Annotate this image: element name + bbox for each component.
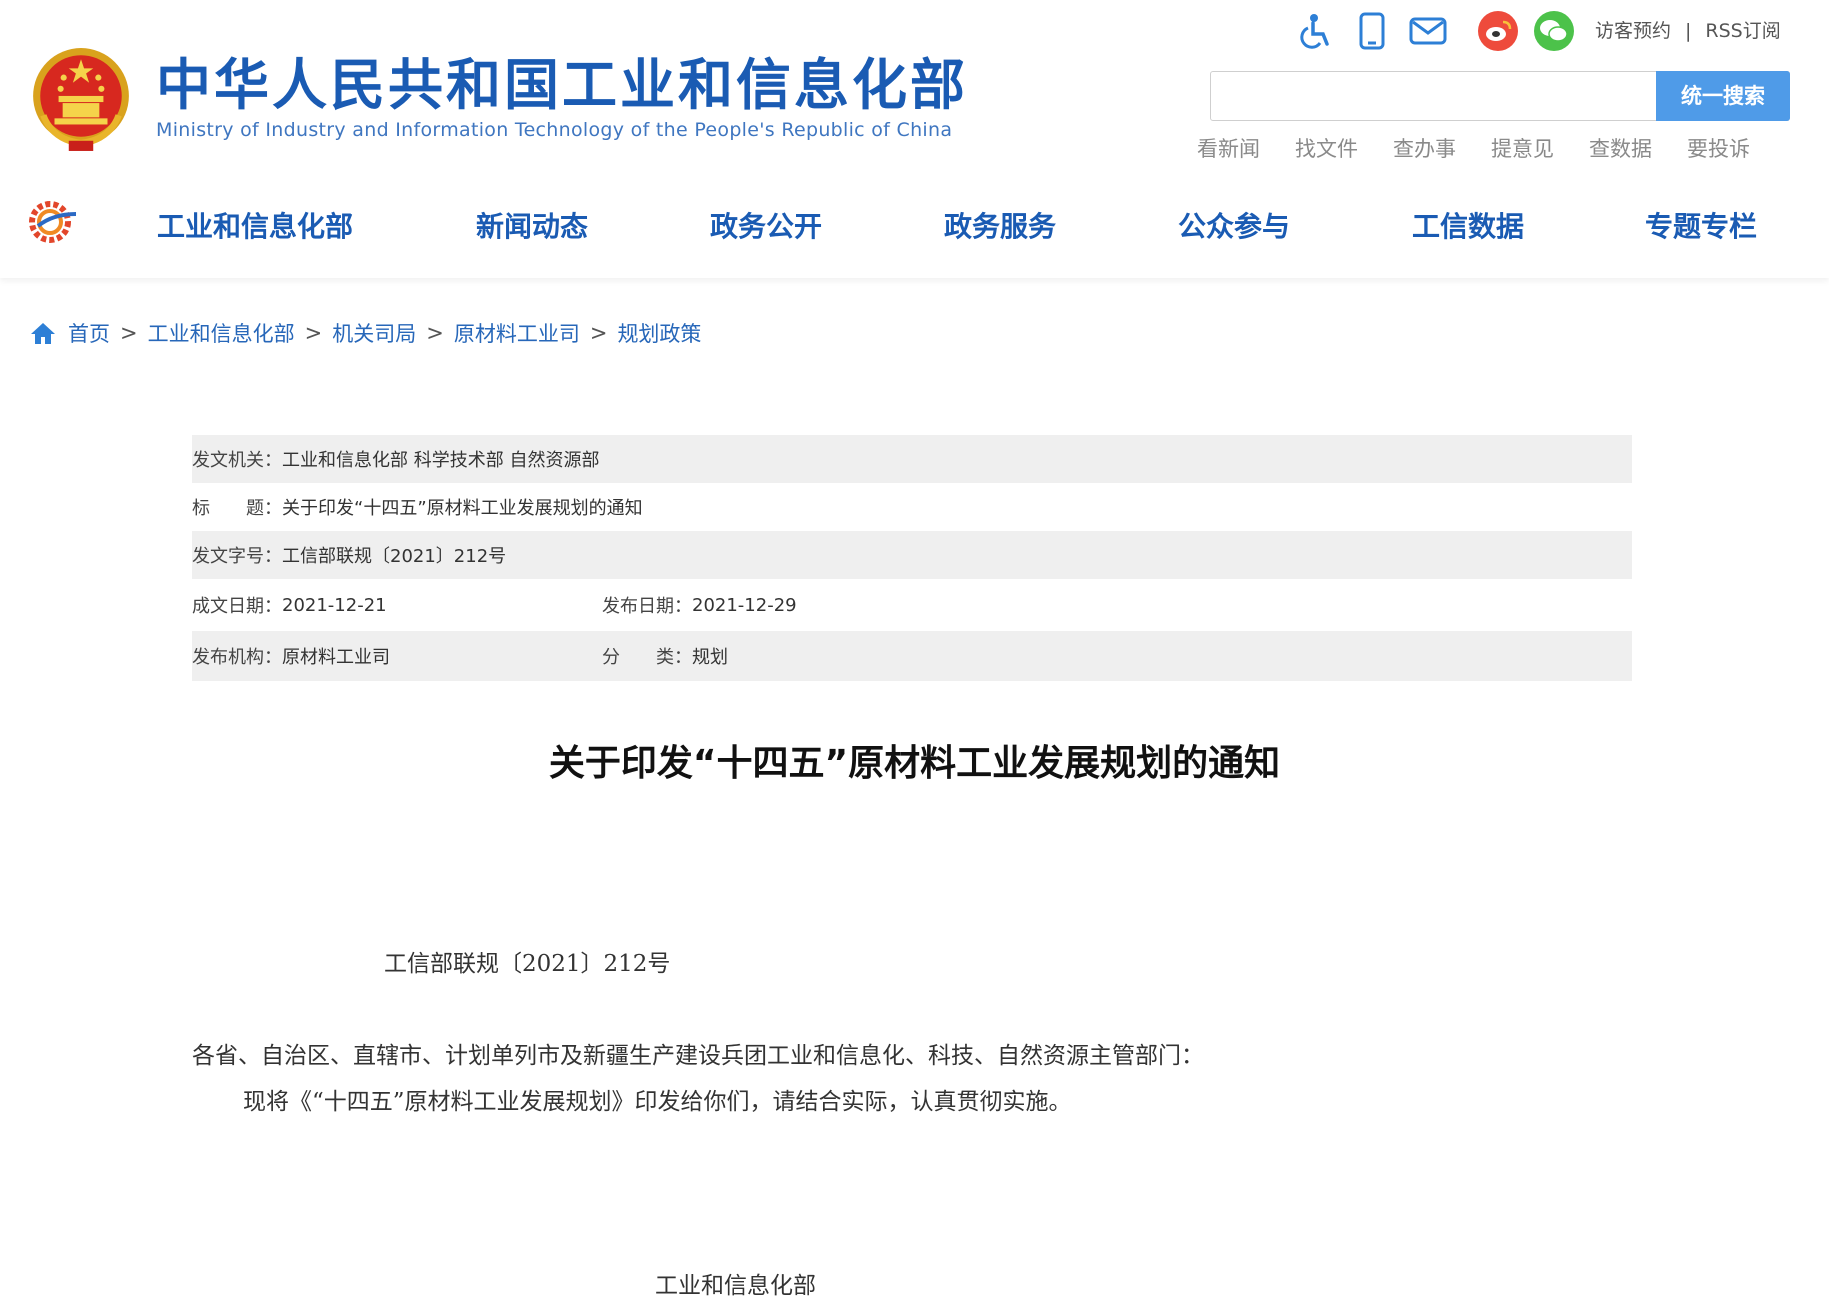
wechat-icon[interactable] <box>1534 11 1574 51</box>
breadcrumb-separator: > <box>120 321 138 345</box>
article-title: 关于印发“十四五”原材料工业发展规划的通知 <box>548 743 1281 784</box>
breadcrumb-departments[interactable]: 机关司局 <box>332 318 416 348</box>
quick-link-documents[interactable]: 找文件 <box>1295 133 1358 163</box>
rss-subscribe-link[interactable]: RSS订阅 <box>1705 20 1780 42</box>
breadcrumb: 首页 > 工业和信息化部 > 机关司局 > 原材料工业司 > 规划政策 <box>30 318 701 348</box>
breadcrumb-home[interactable]: 首页 <box>68 318 110 348</box>
mail-icon[interactable] <box>1408 11 1448 51</box>
written-date-value: 2021-12-21 <box>282 594 387 616</box>
breadcrumb-separator: > <box>304 321 323 345</box>
org-label: 发布机构： <box>192 647 282 668</box>
nav-public-participation[interactable]: 公众参与 <box>1178 205 1290 245</box>
article-salutation: 各省、自治区、直辖市、计划单列市及新疆生产建设兵团工业和信息化、科技、自然资源主… <box>192 1043 1204 1069</box>
nav-data[interactable]: 工信数据 <box>1412 205 1524 245</box>
doc-number-label: 发文字号： <box>192 546 282 567</box>
doc-number-value: 工信部联规〔2021〕212号 <box>282 546 507 567</box>
national-emblem-logo[interactable] <box>30 45 132 153</box>
breadcrumb-planning-policy[interactable]: 规划政策 <box>617 318 701 348</box>
top-links: 访客预约 | RSS订阅 <box>1595 16 1781 43</box>
category-label: 分 类： <box>602 647 692 668</box>
article-doc-number: 工信部联规〔2021〕212号 <box>384 951 671 977</box>
article-signature: 工业和信息化部 <box>655 1273 816 1299</box>
quick-link-news[interactable]: 看新闻 <box>1197 133 1260 163</box>
info-row-dates: 成文日期： 2021-12-21 发布日期： 2021-12-29 <box>192 579 1632 631</box>
nav-government-services[interactable]: 政务服务 <box>944 205 1056 245</box>
search-input[interactable] <box>1212 73 1652 119</box>
quick-link-complaint[interactable]: 要投诉 <box>1687 133 1750 163</box>
accessibility-icon[interactable] <box>1296 11 1336 51</box>
home-icon[interactable] <box>30 321 56 345</box>
published-date-value: 2021-12-29 <box>692 594 797 616</box>
nav-miit[interactable]: 工业和信息化部 <box>157 205 353 245</box>
site-subtitle-en: Ministry of Industry and Information Tec… <box>156 119 953 141</box>
site-header: 中华人民共和国工业和信息化部 Ministry of Industry and … <box>0 0 1829 278</box>
nav-special-topics[interactable]: 专题专栏 <box>1645 205 1757 245</box>
breadcrumb-separator: > <box>589 321 608 345</box>
site-title[interactable]: 中华人民共和国工业和信息化部 <box>156 52 968 118</box>
written-date-label: 成文日期： <box>192 596 282 617</box>
breadcrumb-raw-materials-dept[interactable]: 原材料工业司 <box>454 318 580 348</box>
mobile-icon[interactable] <box>1352 11 1392 51</box>
quick-link-feedback[interactable]: 提意见 <box>1491 133 1554 163</box>
quick-links: 看新闻 找文件 查办事 提意见 查数据 要投诉 <box>1197 133 1785 163</box>
info-row-doc-number: 发文字号： 工信部联规〔2021〕212号 <box>192 531 1632 579</box>
issuer-value: 工业和信息化部 科学技术部 自然资源部 <box>282 450 600 471</box>
info-row-title: 标 题： 关于印发“十四五”原材料工业发展规划的通知 <box>192 483 1632 531</box>
nav-government-affairs[interactable]: 政务公开 <box>710 205 822 245</box>
article-paragraph: 现将《“十四五”原材料工业发展规划》印发给你们，请结合实际，认真贯彻实施。 <box>243 1089 1072 1115</box>
quick-link-data[interactable]: 查数据 <box>1589 133 1652 163</box>
top-icon-bar <box>1296 8 1590 54</box>
breadcrumb-miit[interactable]: 工业和信息化部 <box>148 318 295 348</box>
category-value: 规划 <box>692 647 728 668</box>
org-value: 原材料工业司 <box>282 647 390 668</box>
title-value: 关于印发“十四五”原材料工业发展规划的通知 <box>282 498 643 519</box>
quick-link-services[interactable]: 查办事 <box>1393 133 1456 163</box>
info-row-issuer: 发文机关： 工业和信息化部 科学技术部 自然资源部 <box>192 435 1632 483</box>
unified-search-button[interactable]: 统一搜索 <box>1656 71 1790 121</box>
nav-news[interactable]: 新闻动态 <box>476 205 588 245</box>
info-row-org-category: 发布机构： 原材料工业司 分 类： 规划 <box>192 631 1632 681</box>
issuer-label: 发文机关： <box>192 450 282 471</box>
top-links-separator: | <box>1685 20 1692 42</box>
main-nav: 工业和信息化部 新闻动态 政务公开 政务服务 公众参与 工信数据 专题专栏 <box>0 195 1829 253</box>
breadcrumb-separator: > <box>426 321 444 345</box>
document-info-table: 发文机关： 工业和信息化部 科学技术部 自然资源部 标 题： 关于印发“十四五”… <box>192 435 1632 681</box>
weibo-icon[interactable] <box>1478 11 1518 51</box>
published-date-label: 发布日期： <box>602 596 692 617</box>
visitor-appointment-link[interactable]: 访客预约 <box>1595 20 1671 42</box>
title-label: 标 题： <box>192 498 282 519</box>
